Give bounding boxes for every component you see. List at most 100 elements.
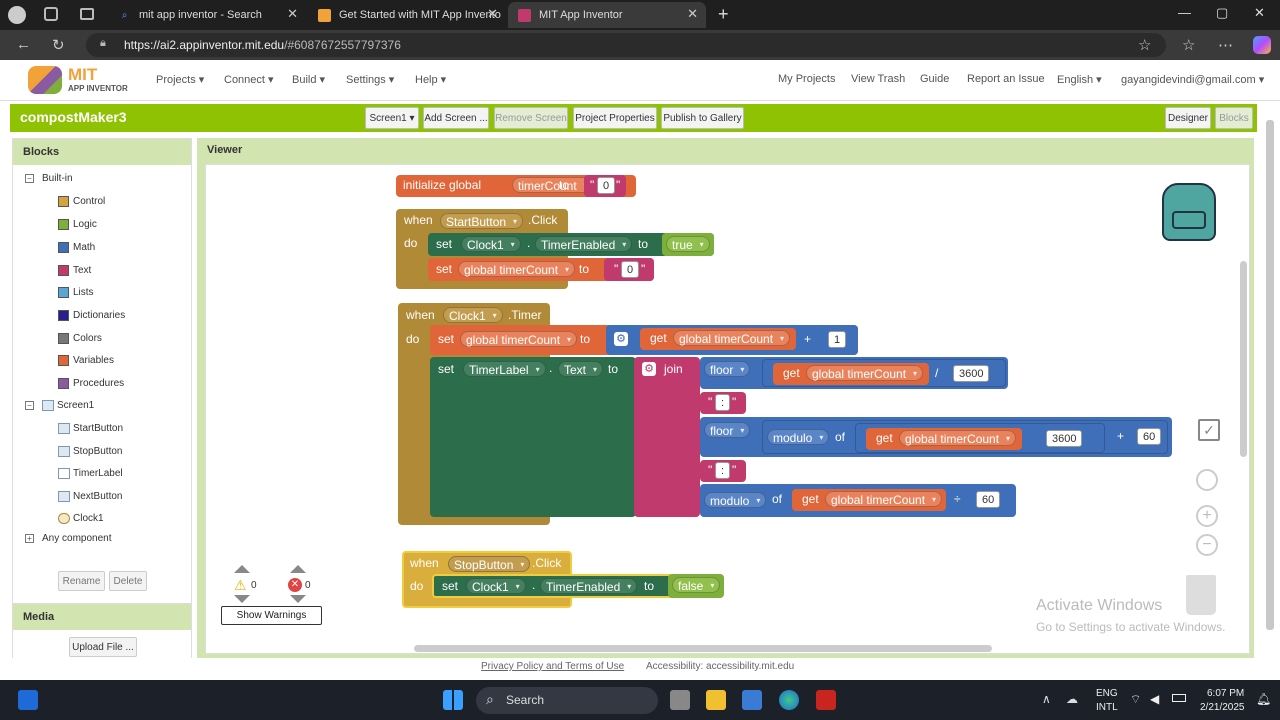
zoom-out-icon[interactable]: −	[1196, 534, 1218, 556]
variable-name-field[interactable]: timerCount	[512, 177, 594, 194]
drawer-math[interactable]: Math	[58, 242, 95, 253]
expand-icon[interactable]: +	[25, 534, 34, 543]
remove-screen-button[interactable]: Remove Screen	[494, 107, 568, 129]
text-value[interactable]: :	[715, 394, 731, 411]
component-dropdown[interactable]: Clock1	[461, 236, 521, 253]
notification-bell-icon[interactable]: 🔔︎	[1256, 692, 1271, 706]
number-value[interactable]: 3600	[953, 365, 990, 382]
guide-link[interactable]: Guide	[920, 73, 949, 85]
widgets-icon[interactable]	[18, 690, 38, 710]
workspace-check-icon[interactable]: ✓	[1198, 419, 1220, 441]
math-modulo-block[interactable]: modulo of get global timerCount ÷ 60	[700, 484, 1016, 517]
math-function-dropdown[interactable]: floor	[704, 422, 751, 439]
backpack-icon[interactable]	[1162, 183, 1216, 241]
math-function-dropdown[interactable]: modulo	[704, 492, 767, 509]
number-value[interactable]: 1	[828, 331, 847, 348]
collections-icon[interactable]	[44, 7, 58, 21]
drawer-procedures[interactable]: Procedures	[58, 378, 124, 389]
math-function-dropdown[interactable]: floor	[704, 361, 751, 378]
error-down-arrow-icon[interactable]	[290, 595, 306, 603]
my-projects-link[interactable]: My Projects	[778, 73, 835, 85]
minimize-icon[interactable]: —	[1178, 5, 1191, 20]
math-divide-block[interactable]: modulo of get global timerCount 3600 + 6…	[762, 420, 1168, 454]
store-icon[interactable]	[742, 690, 762, 710]
privacy-link[interactable]: Privacy Policy and Terms of Use	[481, 661, 624, 672]
warning-up-arrow-icon[interactable]	[234, 565, 250, 573]
mutator-gear-icon[interactable]: ⚙	[642, 362, 656, 376]
menu-help[interactable]: Help ▾	[415, 73, 446, 86]
component-startbutton[interactable]: StartButton	[58, 423, 123, 434]
menu-projects[interactable]: Projects ▾	[156, 73, 204, 86]
component-dropdown[interactable]: TimerLabel	[463, 361, 546, 378]
math-add-block[interactable]: ⚙ get global timerCount + 1	[606, 325, 858, 355]
clock-date[interactable]: 2/21/2025	[1200, 702, 1245, 713]
designer-button[interactable]: Designer	[1165, 107, 1211, 129]
menu-connect[interactable]: Connect ▾	[224, 73, 274, 86]
variable-dropdown[interactable]: global timerCount	[825, 491, 943, 508]
menu-build[interactable]: Build ▾	[292, 73, 325, 86]
close-tab-icon[interactable]: ✕	[287, 6, 298, 22]
profile-icon[interactable]	[8, 6, 26, 24]
math-floor-block[interactable]: floor modulo of get global timerCount 36…	[700, 417, 1172, 457]
variable-dropdown[interactable]: global timerCount	[806, 365, 924, 382]
screen-select[interactable]: Screen1 ▾	[365, 107, 419, 129]
drawer-dictionaries[interactable]: Dictionaries	[58, 310, 125, 321]
new-tab-button[interactable]: +	[718, 4, 729, 25]
menu-settings[interactable]: Settings ▾	[346, 73, 394, 86]
component-timerlabel[interactable]: TimerLabel	[58, 468, 123, 479]
set-global-timercount-increment[interactable]: set global timerCount to ⚙ get global ti…	[430, 325, 858, 355]
set-clock-timerenabled[interactable]: set Clock1 . TimerEnabled to false	[432, 574, 724, 598]
zoom-in-icon[interactable]: +	[1196, 505, 1218, 527]
publish-gallery-button[interactable]: Publish to Gallery	[661, 107, 744, 129]
more-icon[interactable]: ⋯	[1218, 36, 1233, 54]
get-global-timercount[interactable]: get global timerCount	[773, 363, 929, 385]
number-value[interactable]: 3600	[1046, 430, 1083, 447]
tab-mit-app-inventor[interactable]: MIT App Inventor ✕	[508, 2, 706, 28]
page-scrollbar[interactable]	[1266, 120, 1274, 630]
component-stopbutton[interactable]: StopButton	[58, 446, 122, 457]
horizontal-scrollbar[interactable]	[414, 645, 992, 652]
logic-false-block[interactable]: false	[668, 574, 724, 598]
variable-dropdown[interactable]: global timerCount	[673, 330, 791, 347]
property-dropdown[interactable]: TimerEnabled	[535, 236, 633, 253]
boolean-dropdown[interactable]: false	[672, 577, 721, 594]
show-warnings-button[interactable]: Show Warnings	[221, 606, 322, 625]
recenter-icon[interactable]	[1196, 469, 1218, 491]
text-join-block[interactable]: ⚙ join	[634, 357, 700, 517]
favorite-star-icon[interactable]: ☆	[1138, 36, 1151, 54]
close-tab-icon[interactable]: ✕	[687, 6, 698, 22]
drawer-control[interactable]: Control	[58, 196, 105, 207]
tab-actions-icon[interactable]	[80, 8, 94, 20]
drawer-logic[interactable]: Logic	[58, 219, 97, 230]
variable-dropdown[interactable]: global timerCount	[460, 331, 578, 348]
edge-icon[interactable]	[779, 690, 799, 710]
logic-true-block[interactable]: true	[662, 233, 714, 256]
get-global-timercount[interactable]: get global timerCount	[866, 428, 1022, 450]
blocks-button[interactable]: Blocks	[1215, 107, 1253, 129]
text-value[interactable]: :	[715, 462, 731, 479]
error-up-arrow-icon[interactable]	[290, 565, 306, 573]
mutator-gear-icon[interactable]: ⚙	[614, 332, 628, 346]
warning-down-arrow-icon[interactable]	[234, 595, 250, 603]
tree-screen1[interactable]: − Screen1	[25, 400, 94, 411]
set-clock-timerenabled[interactable]: set Clock1 . TimerEnabled to true	[428, 233, 714, 256]
boolean-dropdown[interactable]: true	[666, 236, 710, 253]
language-indicator[interactable]: ENG	[1096, 688, 1118, 699]
rename-button[interactable]: Rename	[58, 571, 105, 591]
report-issue-link[interactable]: Report an Issue	[967, 73, 1045, 85]
language-menu[interactable]: English ▾	[1057, 73, 1102, 86]
math-function-dropdown[interactable]: modulo	[767, 429, 830, 446]
collapse-icon[interactable]: −	[25, 401, 34, 410]
tray-app-icon[interactable]: ☁	[1066, 692, 1078, 706]
property-dropdown[interactable]: TimerEnabled	[540, 578, 638, 595]
volume-icon[interactable]: ◀	[1150, 692, 1159, 706]
account-menu[interactable]: gayangidevindi@gmail.com ▾	[1121, 73, 1264, 86]
maximize-icon[interactable]: ▢	[1216, 5, 1228, 21]
tray-chevron-icon[interactable]: ∧	[1042, 692, 1051, 706]
refresh-icon[interactable]: ↻	[52, 36, 65, 54]
set-timerlabel-text[interactable]: set TimerLabel . Text to	[430, 357, 636, 517]
file-explorer-icon[interactable]	[706, 690, 726, 710]
math-divide-block[interactable]: get global timerCount / 3600	[762, 359, 1006, 387]
component-dropdown[interactable]: Clock1	[443, 307, 503, 324]
tab-get-started[interactable]: Get Started with MIT App Invento ✕	[308, 2, 506, 28]
